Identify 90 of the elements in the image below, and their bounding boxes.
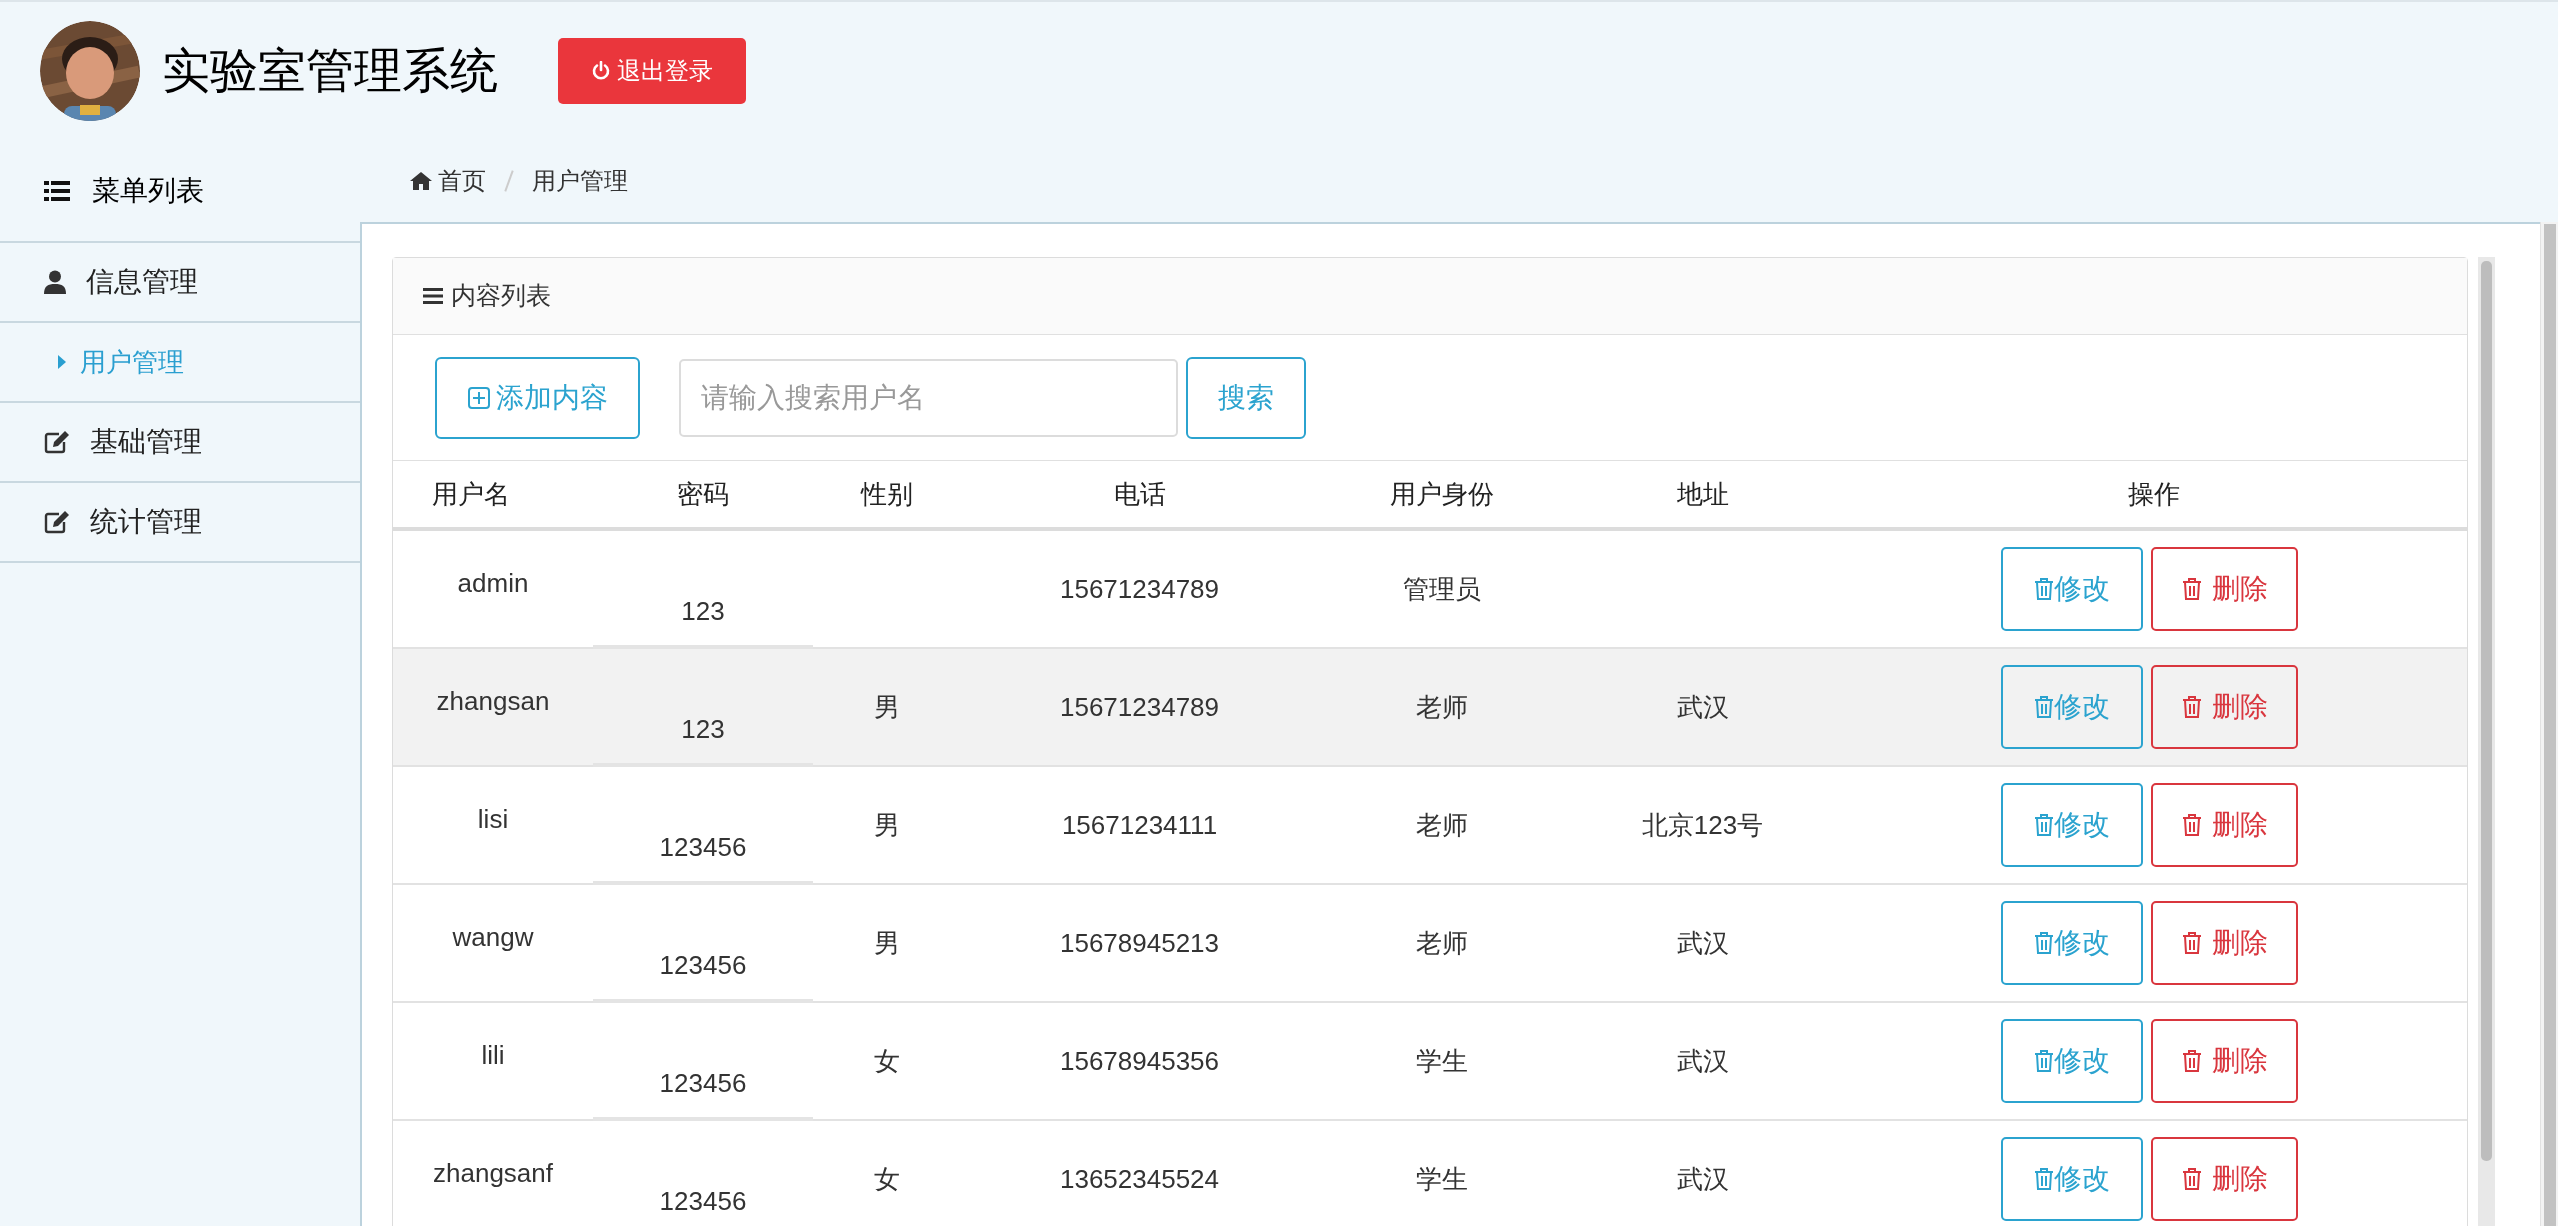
- table-cell-text: 13652345524: [1059, 1162, 1220, 1196]
- scrollbar[interactable]: [2540, 222, 2558, 1226]
- table-cell-text: 123: [681, 713, 725, 746]
- column-header: 地址: [1676, 477, 1729, 511]
- table-cell-text: 15671234111: [1061, 808, 1218, 842]
- table-cell-text: 学生: [1415, 1044, 1468, 1078]
- edit-icon: [44, 430, 70, 454]
- menu-item[interactable]: 统计管理: [90, 501, 202, 543]
- table-cell-text: zhangsanf: [433, 1156, 553, 1190]
- delete-button[interactable]: 删除: [2151, 1137, 2298, 1221]
- table-cell-text: 123456: [659, 1185, 747, 1218]
- menu-item[interactable]: 基础管理: [90, 421, 202, 463]
- submenu-item[interactable]: 用户管理: [80, 342, 184, 382]
- table-cell-text: 男: [873, 808, 900, 842]
- trash-icon: [2034, 932, 2054, 954]
- table-cell-text: admin: [457, 566, 529, 600]
- table-cell-text: 15678945213: [1059, 926, 1220, 960]
- table-cell-text: wangw: [452, 920, 534, 954]
- menu-item[interactable]: 信息管理: [86, 261, 198, 303]
- delete-button[interactable]: 删除: [2151, 547, 2298, 631]
- trash-icon: [2181, 814, 2202, 836]
- table-cell-text: 武汉: [1676, 1162, 1729, 1196]
- trash-icon: [2034, 1168, 2054, 1190]
- table-cell-text: lili: [481, 1038, 505, 1072]
- table-cell-text: 男: [873, 926, 900, 960]
- table-cell-text: 123: [681, 595, 725, 628]
- delete-button[interactable]: 删除: [2151, 1019, 2298, 1103]
- menu-title: 菜单列表: [92, 173, 204, 208]
- table-cell-text: 123456: [659, 949, 747, 982]
- edit-button[interactable]: 修改: [2001, 1019, 2143, 1103]
- scrollbar[interactable]: [2478, 257, 2495, 1226]
- table-cell-text: 管理员: [1402, 572, 1481, 606]
- trash-icon: [2181, 932, 2202, 954]
- delete-button[interactable]: 删除: [2151, 783, 2298, 867]
- table-cell-text: 武汉: [1676, 926, 1729, 960]
- table-cell-text: 武汉: [1676, 1044, 1729, 1078]
- table-cell-text: zhangsan: [436, 684, 550, 718]
- menu-icon: [423, 287, 443, 305]
- table-cell-text: 老师: [1415, 808, 1468, 842]
- delete-button[interactable]: 删除: [2151, 665, 2298, 749]
- table-cell-text: 男: [873, 690, 900, 724]
- table-cell-text: 女: [873, 1162, 900, 1196]
- list-icon: [44, 180, 70, 201]
- table-cell-text: 老师: [1415, 690, 1468, 724]
- add-content-button[interactable]: 添加内容: [435, 356, 640, 439]
- trash-icon: [2034, 578, 2054, 600]
- column-header: 用户身份: [1389, 477, 1494, 511]
- edit-button[interactable]: 修改: [2001, 901, 2143, 985]
- trash-icon: [2034, 696, 2054, 718]
- table-cell-text: 学生: [1415, 1162, 1468, 1196]
- home-icon: [410, 172, 432, 190]
- column-header: 性别: [860, 477, 913, 511]
- table-cell-text: 123456: [659, 1067, 747, 1100]
- table-cell-text: 15671234789: [1059, 690, 1220, 724]
- table-cell-text: lisi: [477, 802, 509, 836]
- table-row[interactable]: zhangsan 123 男 15671234789 老师 武汉 修改 删除: [393, 649, 2467, 767]
- search-button[interactable]: 搜索: [1186, 356, 1306, 439]
- column-header: 用户名: [432, 477, 510, 511]
- edit-button[interactable]: 修改: [2001, 1137, 2143, 1221]
- column-header: 操作: [2128, 477, 2180, 511]
- edit-button[interactable]: 修改: [2001, 783, 2143, 867]
- power-icon: [591, 61, 611, 81]
- table-cell-text: 15671234789: [1059, 572, 1220, 606]
- trash-icon: [2181, 1168, 2202, 1190]
- search-field[interactable]: 请输入搜索用户名: [679, 358, 1178, 437]
- breadcrumb-link[interactable]: 首页: [438, 163, 486, 199]
- trash-icon: [2181, 696, 2202, 718]
- user-icon: [44, 270, 66, 294]
- breadcrumb-current: 用户管理: [532, 166, 628, 196]
- trash-icon: [2034, 1050, 2054, 1072]
- table-cell-text: 老师: [1415, 926, 1468, 960]
- edit-button[interactable]: 修改: [2001, 665, 2143, 749]
- plus-square-icon: [467, 386, 490, 409]
- caret-icon: [58, 355, 66, 369]
- trash-icon: [2181, 1050, 2202, 1072]
- table-cell-text: 武汉: [1676, 690, 1729, 724]
- table-cell-text: 北京123号: [1641, 808, 1764, 842]
- logout-button[interactable]: 退出登录: [558, 38, 746, 104]
- trash-icon: [2034, 814, 2054, 836]
- trash-icon: [2181, 578, 2202, 600]
- app-title: 实验室管理系统: [162, 47, 498, 95]
- table-cell-text: 女: [873, 1044, 900, 1078]
- column-header: 密码: [677, 477, 729, 511]
- edit-icon: [44, 510, 70, 534]
- table-cell-text: 123456: [659, 831, 747, 864]
- card-title: 内容列表: [451, 280, 551, 312]
- column-header: 电话: [1113, 477, 1166, 511]
- delete-button[interactable]: 删除: [2151, 901, 2298, 985]
- edit-button[interactable]: 修改: [2001, 547, 2143, 631]
- table-cell-text: 15678945356: [1059, 1044, 1220, 1078]
